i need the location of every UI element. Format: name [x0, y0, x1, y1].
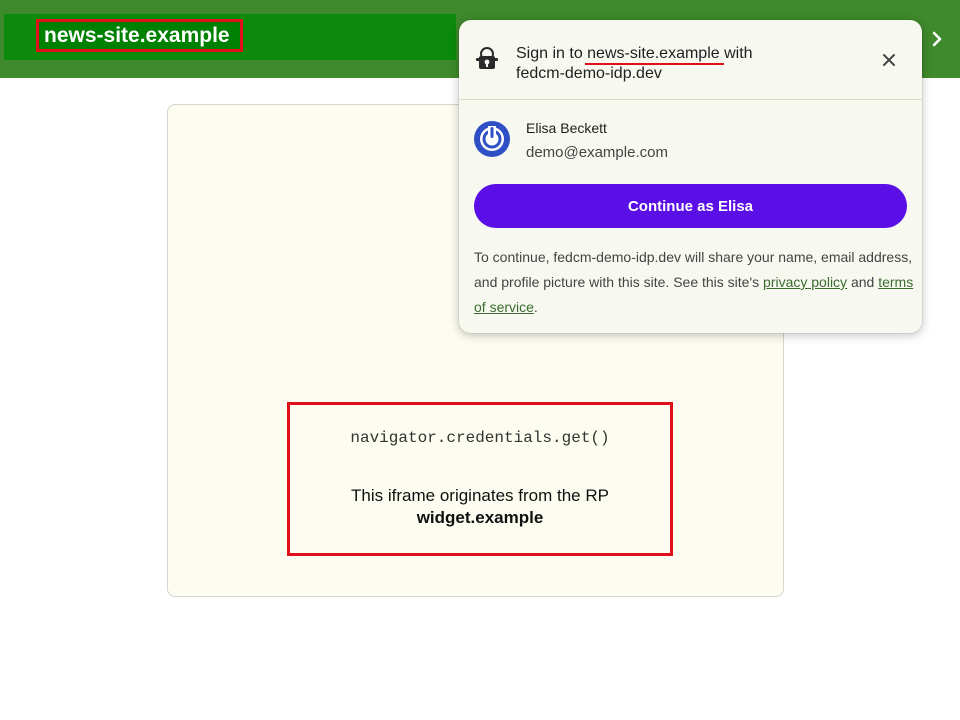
continue-button[interactable]: Continue as Elisa — [474, 184, 907, 228]
iframe-note-line1: This iframe originates from the RP — [351, 486, 609, 505]
disclosure-and: and — [847, 274, 879, 290]
account-email: demo@example.com — [526, 144, 668, 161]
code-snippet: navigator.credentials.get() — [350, 429, 610, 447]
dialog-title: Sign in to news-site.example with fedcm-… — [516, 44, 846, 84]
iframe-origin: widget.example — [416, 508, 544, 527]
disclosure-period: . — [533, 299, 538, 315]
dialog-title-middle: with — [719, 45, 753, 62]
page: news-site.example navigator.credentials.… — [0, 0, 960, 720]
power-icon — [480, 126, 504, 151]
account-name: Elisa Beckett — [526, 120, 607, 136]
dialog-rp-domain: news-site.example — [587, 45, 720, 62]
privacy-policy-link[interactable]: privacy policy — [763, 274, 847, 290]
idp-lock-icon — [476, 47, 498, 69]
dialog-title-prefix: Sign in to — [516, 45, 588, 62]
close-button[interactable] — [877, 48, 901, 72]
avatar — [474, 121, 510, 157]
site-title: news-site.example — [44, 23, 230, 47]
dialog-header: Sign in to news-site.example with fedcm-… — [459, 20, 922, 100]
fedcm-dialog: Sign in to news-site.example with fedcm-… — [459, 20, 922, 333]
close-icon — [883, 54, 895, 66]
iframe-info-box: navigator.credentials.get() This iframe … — [287, 402, 673, 556]
disclosure-text: To continue, fedcm-demo-idp.dev will sha… — [474, 245, 914, 320]
site-title-highlight: news-site.example — [36, 19, 243, 52]
iframe-note: This iframe originates from the RP widge… — [290, 485, 670, 529]
account-row: Elisa Beckett demo@example.com — [459, 120, 922, 182]
dialog-idp-domain: fedcm-demo-idp.dev — [516, 65, 662, 82]
chevron-right-icon[interactable] — [927, 26, 947, 52]
